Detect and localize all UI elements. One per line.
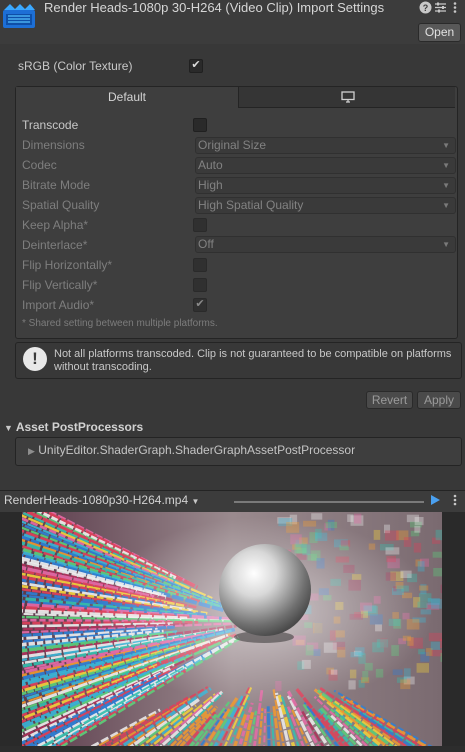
preview-bottom-strip [0, 746, 465, 752]
chrome-sphere [219, 544, 311, 636]
dropdown-arrow-icon: ▼ [442, 141, 450, 150]
inspector-title: Render Heads-1080p 30-H264 (Video Clip) … [44, 0, 385, 15]
keep-alpha-checkbox[interactable] [193, 218, 207, 232]
dropdown-arrow-icon: ▼ [442, 240, 450, 249]
presets-icon[interactable] [434, 1, 447, 14]
apply-button[interactable]: Apply [417, 391, 461, 409]
revert-button[interactable]: Revert [366, 391, 413, 409]
dropdown-arrow-icon: ▼ [442, 161, 450, 170]
codec-label: Codec [22, 158, 57, 172]
dimensions-label: Dimensions [22, 138, 85, 152]
preview-more-icon[interactable] [450, 493, 460, 509]
bitrate-mode-label: Bitrate Mode [22, 178, 91, 192]
play-button[interactable] [428, 494, 441, 508]
transcode-checkbox[interactable] [193, 118, 207, 132]
open-button[interactable]: Open [418, 23, 461, 42]
keep-alpha-label: Keep Alpha* [22, 218, 89, 232]
foldout-collapsed-icon: ▶ [28, 446, 35, 456]
flip-vertically-label: Flip Vertically* [22, 278, 98, 292]
transcode-label: Transcode [22, 118, 79, 132]
deinterlace-value: Off [198, 237, 214, 251]
foldout-expanded-icon: ▼ [4, 423, 13, 433]
help-icon[interactable]: ? [419, 1, 432, 14]
postprocessors-title: Asset PostProcessors [15, 420, 144, 434]
play-icon [430, 495, 440, 505]
preview-timeline-slider[interactable] [234, 501, 424, 503]
dimensions-dropdown[interactable]: Original Size ▼ [195, 137, 456, 154]
svg-text:?: ? [423, 3, 429, 13]
flip-horizontally-label: Flip Horizontally* [22, 258, 113, 272]
bitrate-mode-value: High [198, 178, 223, 192]
spatial-quality-dropdown[interactable]: High Spatial Quality ▼ [195, 197, 456, 214]
warning-text: Not all platforms transcoded. Clip is no… [54, 348, 452, 373]
dropdown-arrow-icon: ▼ [442, 181, 450, 190]
dropdown-arrow-icon: ▼ [442, 201, 450, 210]
postprocessors-foldout[interactable]: ▼ Asset PostProcessors [4, 420, 143, 434]
srgb-label: sRGB (Color Texture) [18, 59, 133, 73]
tab-standalone[interactable] [239, 87, 455, 108]
dimensions-value: Original Size [198, 138, 267, 152]
spatial-quality-value: High Spatial Quality [198, 198, 304, 212]
warning-icon: ! [23, 347, 47, 371]
codec-dropdown[interactable]: Auto ▼ [195, 157, 456, 174]
srgb-checkbox[interactable]: ✔ [189, 59, 203, 73]
tab-default[interactable]: Default [16, 87, 239, 108]
bitrate-mode-dropdown[interactable]: High ▼ [195, 177, 456, 194]
video-clip-icon [3, 4, 35, 28]
dropdown-arrow-icon: ▼ [191, 497, 200, 506]
codec-value: Auto [198, 158, 223, 172]
more-icon[interactable] [450, 1, 460, 14]
checkmark-icon: ✔ [191, 59, 201, 71]
import-audio-label: Import Audio* [22, 298, 95, 312]
video-preview-frame [22, 512, 442, 748]
checkmark-icon: ✔ [195, 298, 205, 310]
deinterlace-label: Deinterlace* [22, 238, 88, 252]
preview-clip-name: RenderHeads-1080p30-H264.mp4 [4, 493, 189, 507]
postprocessor-name: UnityEditor.ShaderGraph.ShaderGraphAsset… [38, 443, 356, 457]
flip-vertically-checkbox[interactable] [193, 278, 207, 292]
list-item[interactable]: ▶ UnityEditor.ShaderGraph.ShaderGraphAss… [28, 443, 355, 457]
deinterlace-dropdown[interactable]: Off ▼ [195, 236, 456, 253]
shared-setting-note: * Shared setting between multiple platfo… [22, 318, 218, 329]
spatial-quality-label: Spatial Quality [22, 198, 100, 212]
import-audio-checkbox[interactable]: ✔ [193, 298, 207, 312]
preview-clip-dropdown[interactable]: RenderHeads-1080p30-H264.mp4 ▼ [4, 493, 199, 507]
monitor-icon [341, 91, 355, 103]
flip-horizontally-checkbox[interactable] [193, 258, 207, 272]
